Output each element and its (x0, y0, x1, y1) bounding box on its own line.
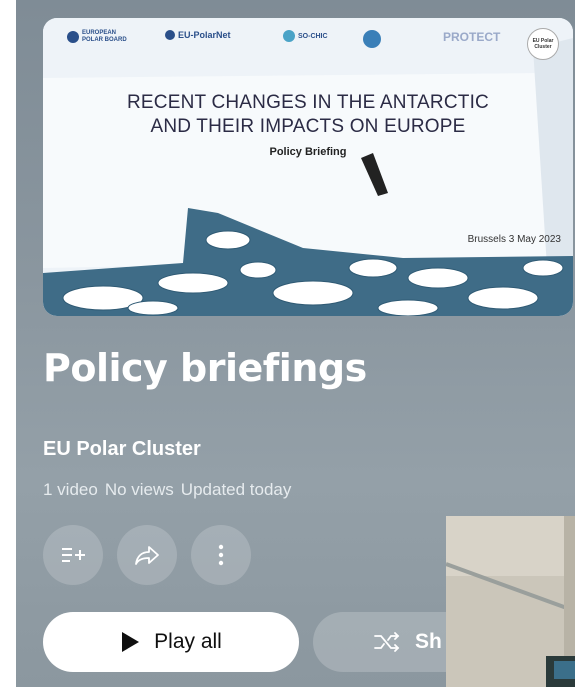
view-count: No views (104, 480, 174, 499)
playlist-thumbnail[interactable]: EUROPEAN POLAR BOARD EU-PolarNet SO-CHIC… (43, 18, 573, 316)
overlay-video-preview (446, 516, 575, 687)
logo-eu-polarnet: EU-PolarNet (165, 30, 231, 40)
play-all-label: Play all (154, 630, 222, 653)
shuffle-label: Sh (415, 630, 442, 653)
partner-logos: EUROPEAN POLAR BOARD EU-PolarNet SO-CHIC… (43, 18, 573, 62)
thumbnail-subtitle: Policy Briefing (269, 146, 347, 158)
more-vert-icon (218, 544, 224, 566)
shuffle-icon (374, 632, 400, 652)
thumbnail-title-line1: RECENT CHANGES IN THE ANTARCTIC (127, 92, 489, 113)
playlist-add-icon (62, 548, 85, 562)
logo-protect: PROTECT (443, 30, 501, 44)
playlist-meta: 1 video No views Updated today (43, 480, 291, 500)
play-icon (122, 632, 140, 652)
updated-text: Updated today (180, 480, 292, 499)
share-button[interactable] (117, 525, 177, 585)
logo-european-polar-board: EUROPEAN POLAR BOARD (67, 30, 130, 44)
logo-so-chic: SO-CHIC (283, 30, 328, 42)
channel-name[interactable]: EU Polar Cluster (43, 438, 201, 461)
share-icon (135, 546, 159, 565)
video-count: 1 video (43, 480, 98, 499)
thumbnail-artwork (43, 18, 573, 316)
save-to-library-button[interactable] (43, 525, 103, 585)
play-all-button[interactable]: Play all (43, 612, 299, 672)
room-image (446, 516, 575, 687)
thumbnail-title-line2: AND THEIR IMPACTS ON EUROPE (150, 116, 466, 137)
logo-circle (363, 30, 381, 48)
logo-eu-polar-cluster: EU Polar Cluster (527, 28, 559, 60)
more-options-button[interactable] (191, 525, 251, 585)
playlist-title: Policy briefings (43, 346, 367, 390)
thumbnail-place-date: Brussels 3 May 2023 (467, 234, 561, 245)
